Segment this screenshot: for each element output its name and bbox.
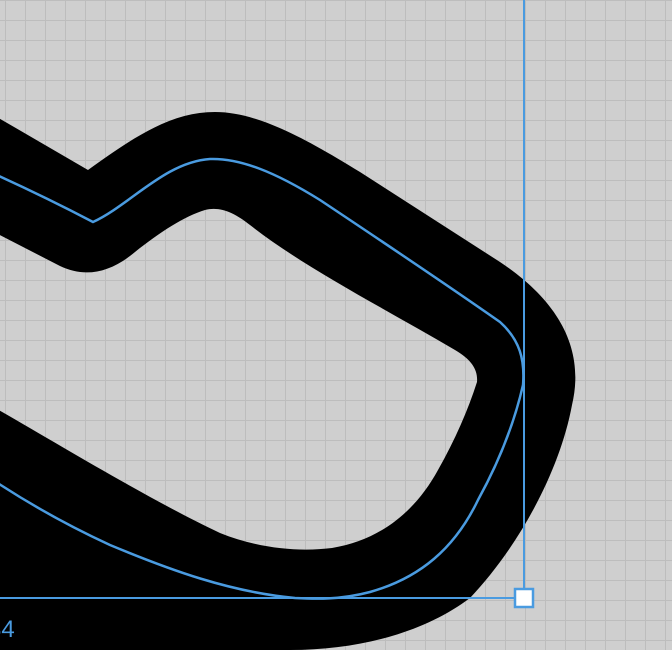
measurement-readout-text: 34 (0, 616, 15, 643)
measurement-readout: 34 (0, 617, 15, 643)
glyph-outline-shape[interactable] (0, 112, 576, 650)
design-canvas[interactable]: 34 (0, 0, 672, 650)
glyph-artwork (0, 0, 576, 650)
corner-handle[interactable] (513, 587, 535, 609)
